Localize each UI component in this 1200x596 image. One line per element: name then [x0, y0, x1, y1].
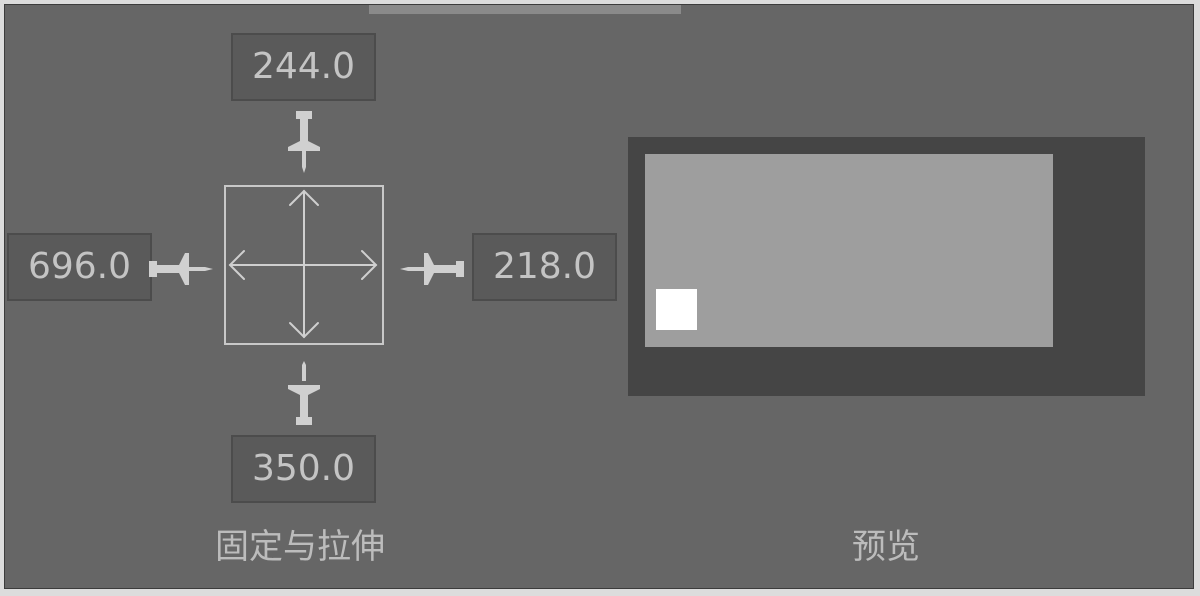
pin-right-icon[interactable] [147, 251, 215, 287]
anchor-stretch-label: 固定与拉伸 [215, 527, 385, 567]
pin-left-icon[interactable] [398, 251, 466, 287]
anchor-selector-box[interactable] [224, 185, 384, 345]
bottom-offset-field[interactable]: 350.0 [231, 435, 376, 503]
pin-down-icon[interactable] [286, 109, 322, 177]
move-arrows-icon [228, 189, 378, 339]
top-offset-field[interactable]: 244.0 [231, 33, 376, 101]
right-offset-field[interactable]: 218.0 [472, 233, 617, 301]
preview-label: 预览 [852, 527, 920, 567]
pin-up-icon[interactable] [286, 361, 322, 429]
preview-anchor-marker [656, 289, 697, 330]
anchor-panel: 244.0 696.0 218.0 350.0 固定与拉伸 预览 [4, 4, 1194, 589]
panel-top-tab [369, 5, 681, 14]
left-offset-field[interactable]: 696.0 [7, 233, 152, 301]
preview-element-rect [645, 154, 1053, 347]
